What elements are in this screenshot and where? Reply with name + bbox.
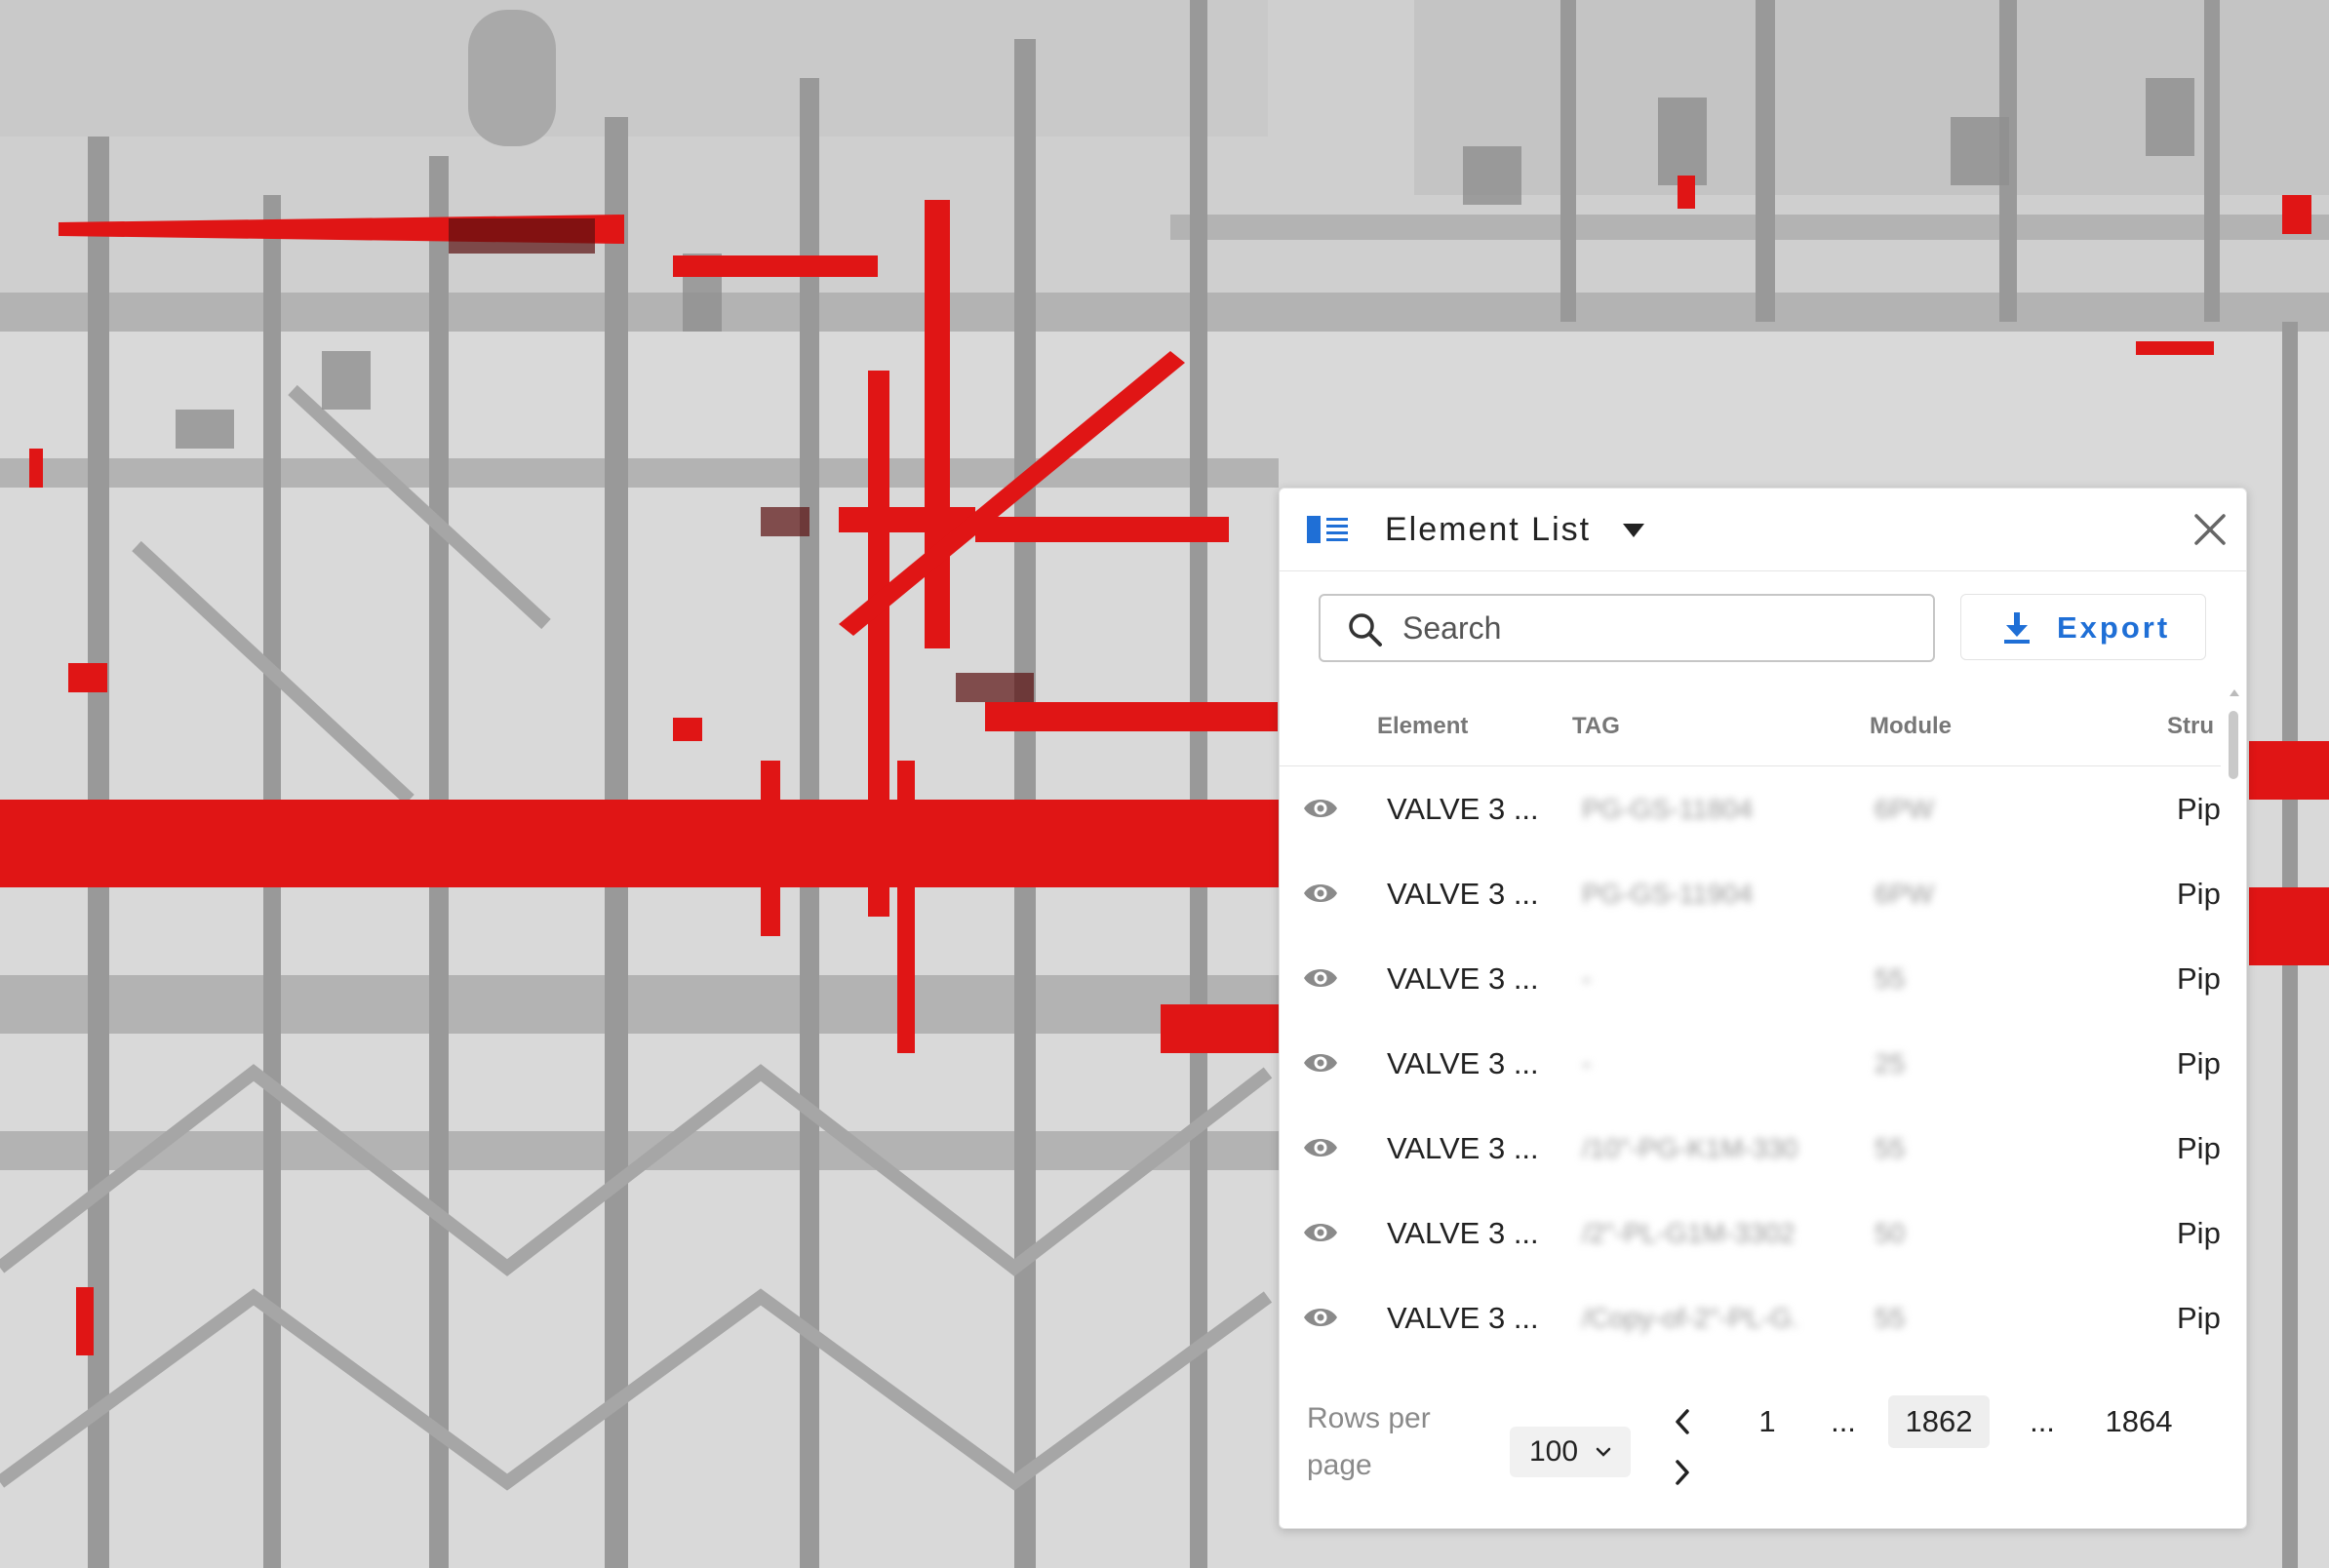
chevron-right-icon[interactable] [1670, 1458, 1695, 1487]
module-cell: 55 [1875, 1303, 1906, 1333]
eye-icon[interactable] [1303, 1050, 1338, 1076]
module-cell: 6PW [1875, 879, 1934, 909]
chevron-down-icon [1596, 1447, 1611, 1457]
module-cell: 25 [1875, 1048, 1906, 1078]
search-input[interactable] [1402, 606, 1910, 650]
module-cell: 55 [1875, 1133, 1906, 1163]
page-button[interactable]: 1 [1738, 1395, 1796, 1448]
table-row[interactable]: VALVE 3 ... PG-GS-11804 6PW Pip [1280, 766, 2221, 851]
column-header-structure[interactable]: Stru [2167, 687, 2214, 765]
eye-icon[interactable] [1303, 881, 1338, 906]
element-cell: VALVE 3 ... [1387, 1131, 1539, 1165]
pagination-bar: Rows per page 100 1 ... 1862 ... 1864 [1280, 1366, 2246, 1528]
element-cell: VALVE 3 ... [1387, 961, 1539, 996]
list-view-icon [1307, 516, 1348, 543]
element-cell: VALVE 3 ... [1387, 1216, 1539, 1250]
element-cell: VALVE 3 ... [1387, 1046, 1539, 1080]
structure-cell: Pip [2177, 961, 2221, 996]
export-label: Export [2057, 610, 2171, 645]
tag-cell: PG-GS-11904 [1582, 879, 1754, 909]
table-row[interactable]: VALVE 3 ... /10"-PG-K1M-330... 55 Pip [1280, 1106, 2221, 1191]
structure-cell: Pip [2177, 1216, 2221, 1250]
eye-icon[interactable] [1303, 965, 1338, 991]
column-header-element[interactable]: Element [1377, 687, 1468, 765]
eye-icon[interactable] [1303, 1305, 1338, 1330]
close-icon[interactable] [2192, 512, 2228, 547]
structure-cell: Pip [2177, 1046, 2221, 1080]
tag-cell: - [1582, 1048, 1592, 1078]
download-icon [2004, 612, 2030, 644]
table-row[interactable]: VALVE 3 ... PG-GS-11904 6PW Pip [1280, 851, 2221, 936]
scroll-up-arrow-icon[interactable] [2230, 689, 2239, 696]
search-field[interactable] [1319, 594, 1935, 662]
table-header: Element TAG Module Stru [1280, 687, 2221, 766]
module-cell: 55 [1875, 963, 1906, 994]
panel-title[interactable]: Element List [1385, 508, 1591, 551]
column-header-tag[interactable]: TAG [1572, 687, 1620, 765]
page-button-current[interactable]: 1862 [1888, 1395, 1990, 1448]
element-list-panel: Element List Export Element TAG Module S… [1279, 488, 2247, 1529]
page-ellipsis: ... [1831, 1404, 1856, 1438]
tag-cell: /10"-PG-K1M-330... [1582, 1133, 1796, 1163]
element-cell: VALVE 3 ... [1387, 877, 1539, 911]
chevron-left-icon[interactable] [1670, 1407, 1695, 1436]
module-cell: 6PW [1875, 794, 1934, 824]
caret-down-icon[interactable] [1623, 524, 1644, 537]
structure-cell: Pip [2177, 792, 2221, 826]
tag-cell: /Copy-of-2"-PL-G... [1582, 1303, 1796, 1333]
page-button-last[interactable]: 1864 [2085, 1395, 2192, 1448]
eye-icon[interactable] [1303, 796, 1338, 821]
export-button[interactable]: Export [1960, 594, 2206, 660]
rows-per-page-select[interactable]: 100 [1510, 1427, 1631, 1477]
table-row[interactable]: VALVE 3 ... - 55 Pip [1280, 936, 2221, 1021]
structure-cell: Pip [2177, 1131, 2221, 1165]
scrollbar-thumb[interactable] [2229, 711, 2238, 779]
vertical-scrollbar[interactable] [2228, 689, 2239, 1362]
table-row[interactable]: VALVE 3 ... /2"-PL-G1M-3302... 50 Pip [1280, 1191, 2221, 1275]
page-ellipsis: ... [2030, 1404, 2055, 1438]
element-table-body: VALVE 3 ... PG-GS-11804 6PW Pip VALVE 3 … [1280, 766, 2221, 1356]
eye-icon[interactable] [1303, 1135, 1338, 1160]
structure-cell: Pip [2177, 877, 2221, 911]
table-row[interactable]: VALVE 3 ... /Copy-of-2"-PL-G... 55 Pip [1280, 1275, 2221, 1356]
element-cell: VALVE 3 ... [1387, 792, 1539, 826]
column-header-module[interactable]: Module [1870, 687, 1952, 765]
tag-cell: PG-GS-11804 [1582, 794, 1754, 824]
rows-per-page-value: 100 [1529, 1435, 1579, 1468]
element-cell: VALVE 3 ... [1387, 1301, 1539, 1335]
tag-cell: - [1582, 963, 1592, 994]
tag-cell: /2"-PL-G1M-3302... [1582, 1218, 1796, 1248]
module-cell: 50 [1875, 1218, 1906, 1248]
rows-per-page-label: Rows per page [1307, 1402, 1431, 1481]
structure-cell: Pip [2177, 1301, 2221, 1335]
panel-header: Element List [1280, 489, 2246, 571]
search-icon [1349, 613, 1382, 647]
table-row[interactable]: VALVE 3 ... - 25 Pip [1280, 1021, 2221, 1106]
eye-icon[interactable] [1303, 1220, 1338, 1245]
